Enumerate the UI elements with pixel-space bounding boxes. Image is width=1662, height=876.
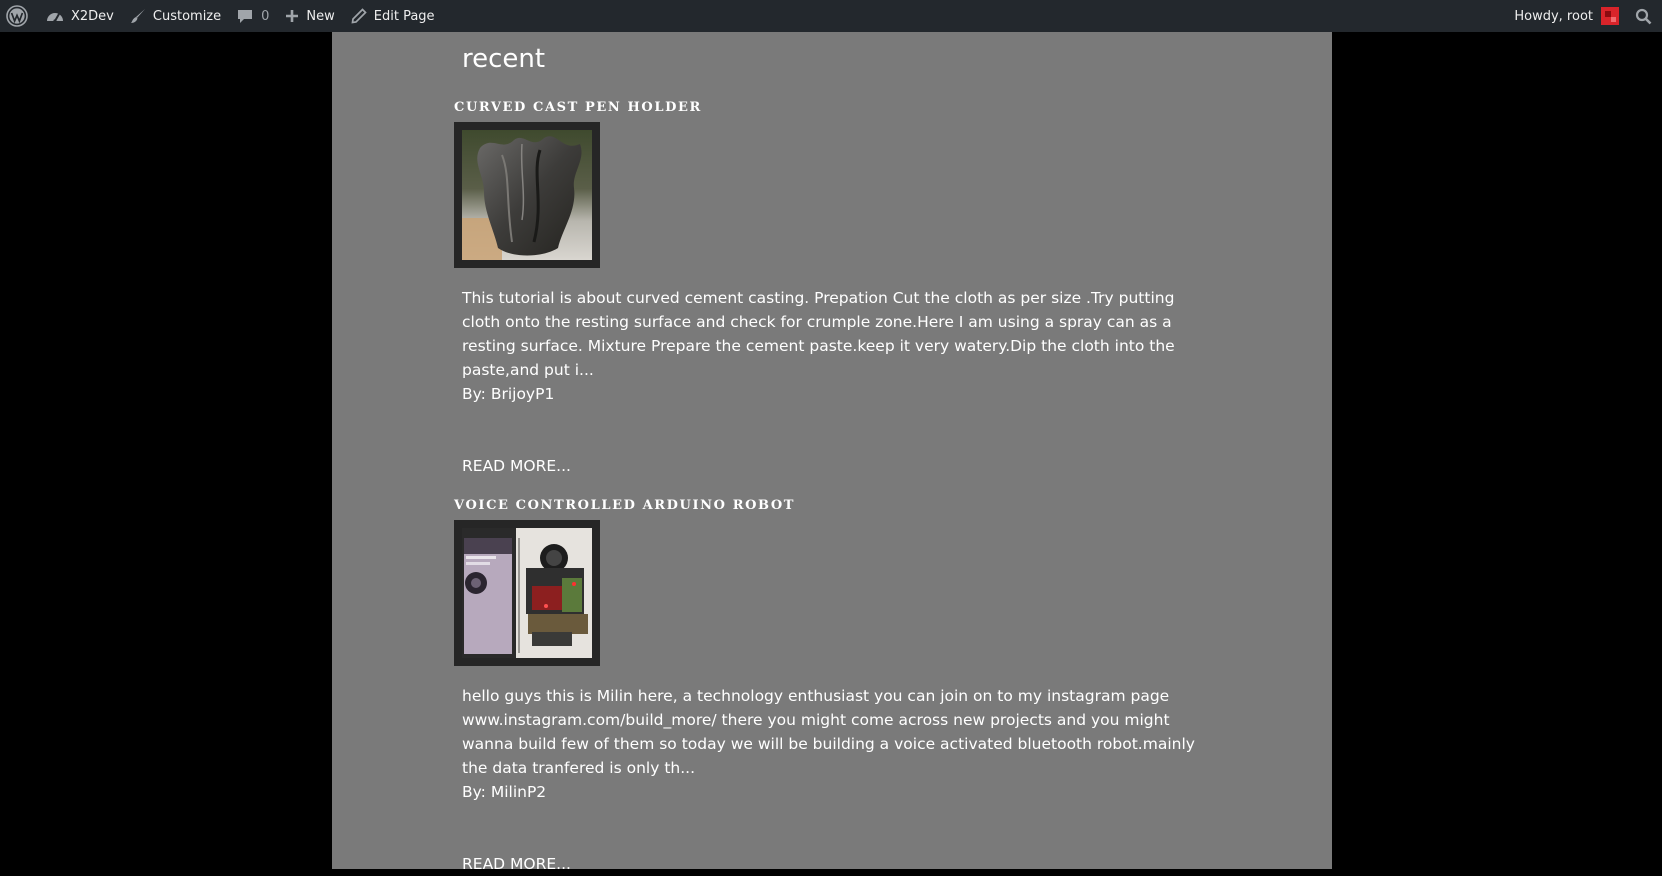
post-card: VOICE CONTROLLED ARDUINO ROBOT hello guy… xyxy=(454,498,1195,876)
wordpress-logo-icon[interactable] xyxy=(0,0,38,32)
post-author: By: BrijoyP1 xyxy=(462,385,555,403)
customize-label: Customize xyxy=(152,8,222,24)
post-excerpt: hello guys this is Milin here, a technol… xyxy=(462,687,1195,777)
plus-icon xyxy=(285,9,299,23)
post-thumbnail-image xyxy=(462,130,592,260)
customize-link[interactable]: Customize xyxy=(122,0,229,32)
howdy-label: Howdy, root xyxy=(1514,8,1593,24)
post-title[interactable]: VOICE CONTROLLED ARDUINO ROBOT xyxy=(454,498,1194,514)
admin-bar: X2Dev Customize 0 New Edit Page Howdy, r… xyxy=(0,0,1662,32)
comments-link[interactable]: 0 xyxy=(229,0,277,32)
post-card: CURVED CAST PEN HOLDER This tutorial is … xyxy=(454,100,1194,478)
my-account-menu[interactable]: Howdy, root xyxy=(1506,0,1627,32)
site-name-menu[interactable]: X2Dev xyxy=(38,0,122,32)
paintbrush-icon xyxy=(130,8,146,24)
post-excerpt: This tutorial is about curved cement cas… xyxy=(462,289,1175,379)
dashboard-icon xyxy=(46,8,64,24)
post-thumbnail-frame[interactable] xyxy=(454,122,600,268)
post-thumbnail-frame[interactable] xyxy=(454,520,600,666)
post-thumbnail-image xyxy=(462,528,592,658)
read-more-link[interactable]: READ MORE... xyxy=(462,454,571,478)
search-icon xyxy=(1635,8,1652,25)
pencil-icon xyxy=(351,8,367,24)
edit-page-label: Edit Page xyxy=(373,8,435,24)
post-title[interactable]: CURVED CAST PEN HOLDER xyxy=(454,100,1194,116)
site-name-label: X2Dev xyxy=(71,8,114,24)
edit-page-link[interactable]: Edit Page xyxy=(343,0,443,32)
search-button[interactable] xyxy=(1627,0,1662,32)
read-more-link[interactable]: READ MORE... xyxy=(462,852,571,876)
main-content: recent CURVED CAST PEN HOLDER This tutor… xyxy=(332,32,1332,873)
section-title: recent xyxy=(462,44,546,74)
post-author: By: MilinP2 xyxy=(462,783,547,801)
new-content-menu[interactable]: New xyxy=(277,0,342,32)
new-label: New xyxy=(306,8,335,24)
comment-bubble-icon xyxy=(237,8,253,24)
avatar xyxy=(1601,7,1619,25)
comments-count: 0 xyxy=(261,8,270,24)
